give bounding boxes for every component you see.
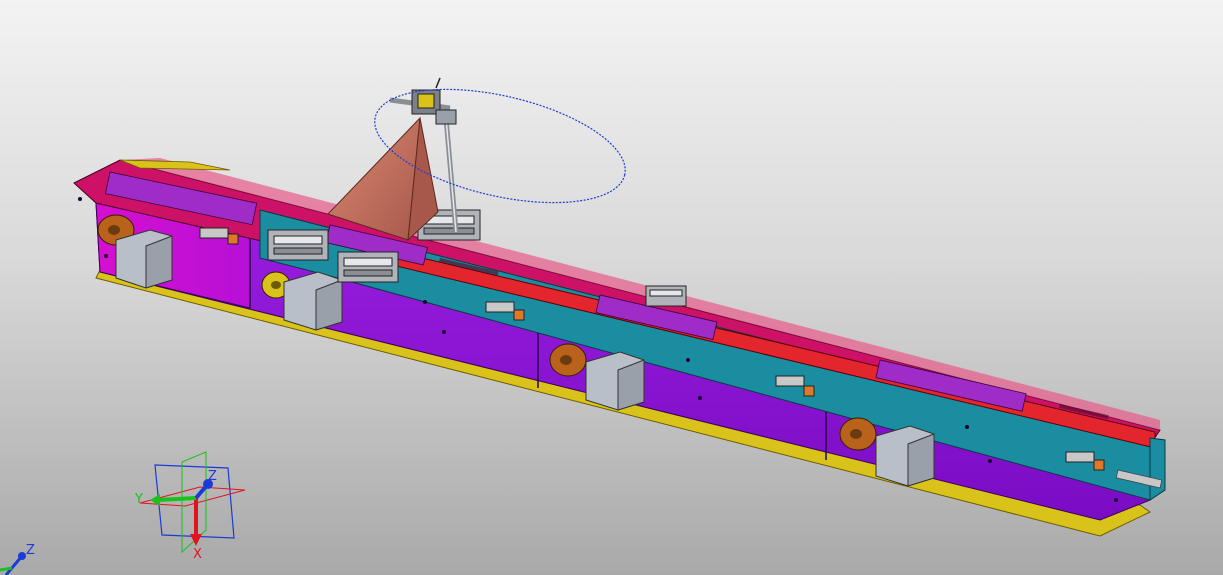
slide-module-1	[267, 229, 329, 261]
z-axis-label: Z	[208, 469, 217, 484]
slide-module-2	[337, 251, 399, 283]
pulley-3	[549, 343, 587, 377]
motor-box-2	[283, 271, 343, 331]
y-axis-arrow	[157, 496, 197, 502]
y-axis-label: Y	[134, 492, 143, 507]
motor-box-1	[115, 229, 173, 289]
axis-compass[interactable]: X Y Z	[134, 451, 246, 562]
motor-box-4	[875, 425, 935, 487]
assembly-model[interactable]: X Y Z Z	[0, 0, 1223, 575]
x-axis-label: X	[193, 547, 202, 562]
pulley-4	[839, 417, 877, 451]
actuator-module	[645, 285, 687, 307]
motor-box-3	[585, 351, 645, 411]
3d-viewport[interactable]: X Y Z Z	[0, 0, 1223, 575]
mini-axis-indicator: Z	[0, 543, 35, 575]
mini-z-label: Z	[26, 543, 35, 558]
camera-head	[411, 77, 457, 125]
end-cap-right	[1149, 437, 1166, 501]
